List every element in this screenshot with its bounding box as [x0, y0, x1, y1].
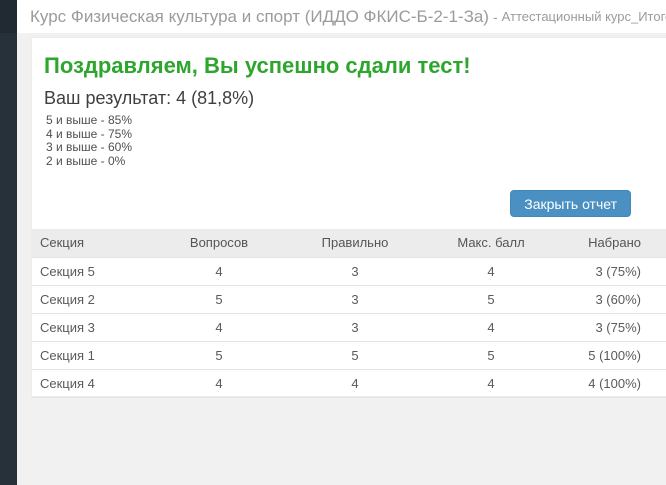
table-header: Секция Вопросов Правильно Макс. балл Набрано [32, 229, 666, 257]
section-name-cell: Секция 3 [32, 312, 151, 341]
page-header: Курс Физическая культура и спорт (ИДДО Ф… [17, 0, 666, 33]
section-name-cell: Секция 1 [32, 340, 151, 369]
quiz-subtitle: Аттестационный курс_Итого... [501, 9, 666, 24]
value-cell: 3 (75%) [559, 312, 666, 341]
grade-scale-item: 4 и выше - 75% [46, 126, 133, 141]
table-row: Секция 44444 (100%) [32, 368, 666, 398]
column-header: Вопросов [151, 229, 287, 257]
course-title: Курс Физическая культура и спорт (ИДДО Ф… [30, 6, 489, 26]
value-cell: 4 [423, 368, 559, 398]
value-cell: 4 (100%) [559, 368, 666, 398]
table-row: Секция 34343 (75%) [32, 312, 666, 341]
value-cell: 5 [151, 284, 287, 313]
title-separator: - [492, 8, 498, 25]
section-name-cell: Секция 2 [32, 284, 151, 313]
table-row: Секция 15555 (100%) [32, 340, 666, 369]
value-cell: 5 [423, 284, 559, 313]
value-cell: 3 [287, 284, 423, 313]
value-cell: 4 [423, 312, 559, 341]
value-cell: 4 [423, 256, 559, 285]
value-cell: 5 [151, 340, 287, 369]
button-row: Закрыть отчет [32, 190, 666, 217]
column-header: Макс. балл [423, 229, 559, 257]
column-header: Секция [32, 229, 151, 257]
table-header-row: Секция Вопросов Правильно Макс. балл Набрано [32, 229, 666, 257]
value-cell: 3 [287, 312, 423, 341]
collapsed-sidebar-top [0, 0, 17, 33]
value-cell: 4 [151, 368, 287, 398]
test-result-panel: Поздравляем, Вы успешно сдали тест! Ваш … [31, 37, 666, 398]
grade-scale-item: 2 и выше - 0% [46, 153, 126, 168]
table-body: Секция 54343 (75%) Секция 25353 (60%) Секц… [32, 256, 666, 398]
value-cell: 3 (75%) [559, 256, 666, 285]
congrats-heading: Поздравляем, Вы успешно сдали тест! [44, 53, 471, 78]
grade-scale-item: 3 и выше - 60% [46, 140, 133, 154]
sections-results-table: Секция Вопросов Правильно Макс. балл Набрано… [32, 229, 666, 398]
value-cell: 4 [151, 312, 287, 341]
value-cell: 4 [151, 256, 287, 285]
value-cell: 5 (100%) [559, 340, 666, 369]
score-line: Ваш результат: 4 (81,8%) [44, 88, 255, 108]
grade-scale-list: 5 и выше - 85% 4 и выше - 75% 3 и выше - 6… [46, 113, 654, 168]
value-cell: 3 (60%) [559, 284, 666, 313]
table-row: Секция 25353 (60%) [32, 284, 666, 313]
value-cell: 5 [287, 340, 423, 369]
value-cell: 5 [423, 340, 559, 369]
section-name-cell: Секция 5 [32, 256, 151, 285]
close-report-button[interactable]: Закрыть отчет [510, 190, 631, 217]
value-cell: 4 [287, 368, 423, 398]
column-header: Набрано [559, 229, 666, 257]
collapsed-sidebar[interactable] [0, 0, 17, 485]
section-name-cell: Секция 4 [32, 368, 151, 398]
table-row: Секция 54343 (75%) [32, 256, 666, 285]
column-header: Правильно [287, 229, 423, 257]
value-cell: 3 [287, 256, 423, 285]
grade-scale-item: 5 и выше - 85% [46, 113, 133, 127]
